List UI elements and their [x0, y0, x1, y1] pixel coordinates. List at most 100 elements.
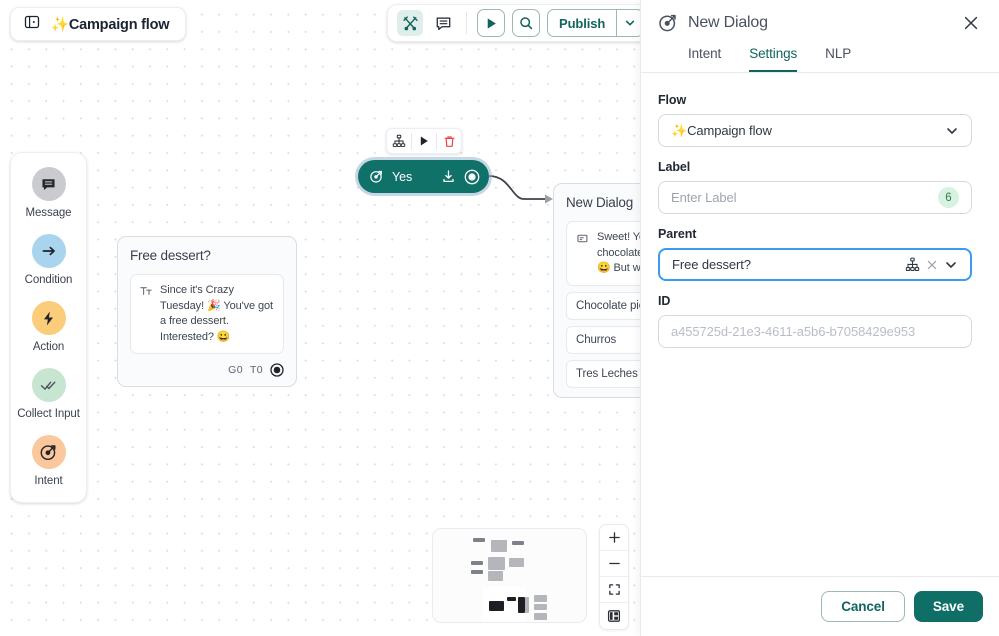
panel-body: Flow ✨Campaign flow Label Enter Label 6 …	[641, 73, 999, 576]
zoom-out-button[interactable]	[600, 551, 628, 577]
parent-select[interactable]: Free dessert?	[658, 248, 972, 281]
node-run-icon[interactable]	[412, 129, 436, 153]
lightning-icon	[31, 301, 66, 335]
sitemap-icon[interactable]	[387, 129, 411, 153]
parent-select-value: Free dessert?	[672, 257, 751, 272]
tab-nlp[interactable]: NLP	[825, 46, 851, 72]
minimap-node	[534, 613, 547, 620]
node-message-block[interactable]: Since it's Crazy Tuesday! 🎉 You've got a…	[130, 274, 284, 354]
output-handle-icon[interactable]	[270, 363, 284, 377]
text-format-icon	[140, 284, 152, 345]
double-check-icon	[31, 368, 66, 402]
toggle-layout-button[interactable]	[600, 603, 628, 629]
panel-toggle-icon[interactable]	[24, 14, 40, 35]
node-new-dialog[interactable]: New Dialog Sweet! You scored a free choc…	[553, 183, 640, 398]
node-title: New Dialog	[566, 195, 634, 210]
palette-item-label: Collect Input	[17, 408, 80, 420]
comment-icon[interactable]	[430, 10, 456, 36]
target-icon	[31, 435, 66, 469]
node-label: Yes	[392, 169, 413, 184]
node-yes-intent[interactable]: Yes	[358, 160, 489, 193]
flow-select[interactable]: ✨Campaign flow	[658, 114, 972, 147]
palette-item-label: Condition	[24, 274, 73, 286]
cancel-button[interactable]: Cancel	[821, 591, 905, 622]
palette-item-message[interactable]: Message	[17, 167, 80, 220]
label-input-wrap[interactable]: Enter Label 6	[658, 181, 972, 214]
zoom-controls	[599, 524, 629, 630]
id-value: a455725d-21e3-4611-a5b6-b7058429e953	[671, 324, 916, 339]
minimap-node	[534, 595, 547, 602]
save-button[interactable]: Save	[913, 591, 983, 622]
fit-view-button[interactable]	[600, 577, 628, 603]
palette-item-label: Intent	[34, 475, 63, 487]
field-label: Flow	[658, 93, 687, 107]
node-message-line: Sweet! You scored a free	[597, 231, 640, 243]
minimap-node	[488, 571, 503, 581]
field-flow: Flow ✨Campaign flow	[658, 93, 972, 147]
minimap-node	[518, 597, 525, 613]
minimap-node	[525, 597, 529, 613]
toolbar-divider	[466, 12, 467, 34]
minimap-node	[512, 541, 524, 545]
chevron-down-icon[interactable]	[944, 258, 958, 272]
download-icon[interactable]	[441, 169, 456, 184]
palette-item-action[interactable]: Action	[17, 301, 80, 354]
node-option[interactable]: Churros	[566, 325, 640, 354]
flow-name-chip[interactable]: ✨Campaign flow	[10, 7, 187, 41]
tab-intent[interactable]: Intent	[688, 46, 721, 72]
flow-select-value: ✨Campaign flow	[671, 122, 772, 138]
panel-title: New Dialog	[688, 14, 768, 31]
dialog-settings-panel: New Dialog Intent Settings NLP Flow ✨Cam…	[640, 0, 999, 636]
palette-item-condition[interactable]: Condition	[17, 234, 80, 287]
node-free-dessert[interactable]: Free dessert? Since it's Crazy Tuesday! …	[117, 236, 297, 387]
node-footer: G0 T0	[130, 363, 284, 377]
minimap-node	[534, 604, 547, 610]
palette-item-label: Message	[25, 207, 72, 219]
node-title: Free dessert?	[130, 248, 211, 263]
canvas-toolbar: Publish	[387, 4, 640, 42]
target-icon	[369, 169, 384, 184]
node-option[interactable]: Chocolate pie with ice	[566, 291, 640, 320]
panel-header: New Dialog	[641, 0, 999, 33]
field-label-text: Label	[658, 160, 691, 174]
publish-button[interactable]: Publish	[548, 16, 616, 31]
tools-icon[interactable]	[397, 10, 423, 36]
minimap-node	[473, 538, 485, 542]
palette-item-intent[interactable]: Intent	[17, 435, 80, 488]
minimap-node	[471, 561, 483, 565]
message-icon	[31, 167, 66, 201]
panel-tabs: Intent Settings NLP	[641, 33, 999, 73]
minimap[interactable]	[432, 528, 587, 623]
minimap-node	[509, 558, 524, 567]
tab-settings[interactable]: Settings	[749, 46, 797, 72]
output-handle-icon[interactable]	[464, 169, 480, 185]
trash-icon[interactable]	[437, 129, 461, 153]
publish-button-group[interactable]: Publish	[547, 9, 640, 37]
flow-name-label: ✨Campaign flow	[51, 16, 170, 33]
arrow-right-icon	[31, 234, 66, 268]
clear-parent-icon[interactable]	[926, 259, 938, 271]
chevron-down-icon[interactable]	[617, 17, 640, 29]
node-message-block[interactable]: Sweet! You scored a free chocolate pie o…	[566, 221, 640, 286]
zoom-in-button[interactable]	[600, 525, 628, 551]
chevron-down-icon[interactable]	[945, 124, 959, 138]
search-button[interactable]	[512, 9, 540, 37]
minimap-node	[507, 597, 516, 601]
sitemap-icon[interactable]	[905, 257, 920, 272]
flow-canvas[interactable]: ✨Campaign flow Publish Message Condition…	[0, 0, 640, 636]
run-flow-button[interactable]	[477, 9, 505, 37]
id-input: a455725d-21e3-4611-a5b6-b7058429e953	[658, 315, 972, 348]
close-icon[interactable]	[963, 15, 979, 31]
transition-count: T0	[249, 364, 263, 376]
label-input-placeholder[interactable]: Enter Label	[671, 190, 932, 205]
field-label: Parent	[658, 227, 697, 241]
field-parent: Parent Free dessert?	[658, 227, 972, 281]
palette-item-collect-input[interactable]: Collect Input	[17, 368, 80, 421]
minimap-node	[471, 570, 483, 574]
node-option[interactable]: Tres Leches Cake	[566, 359, 640, 388]
palette-item-label: Action	[32, 341, 65, 353]
minimap-node	[489, 601, 504, 611]
field-label: ID	[658, 294, 671, 308]
minimap-node	[491, 540, 507, 552]
goal-count: G0	[228, 364, 243, 376]
